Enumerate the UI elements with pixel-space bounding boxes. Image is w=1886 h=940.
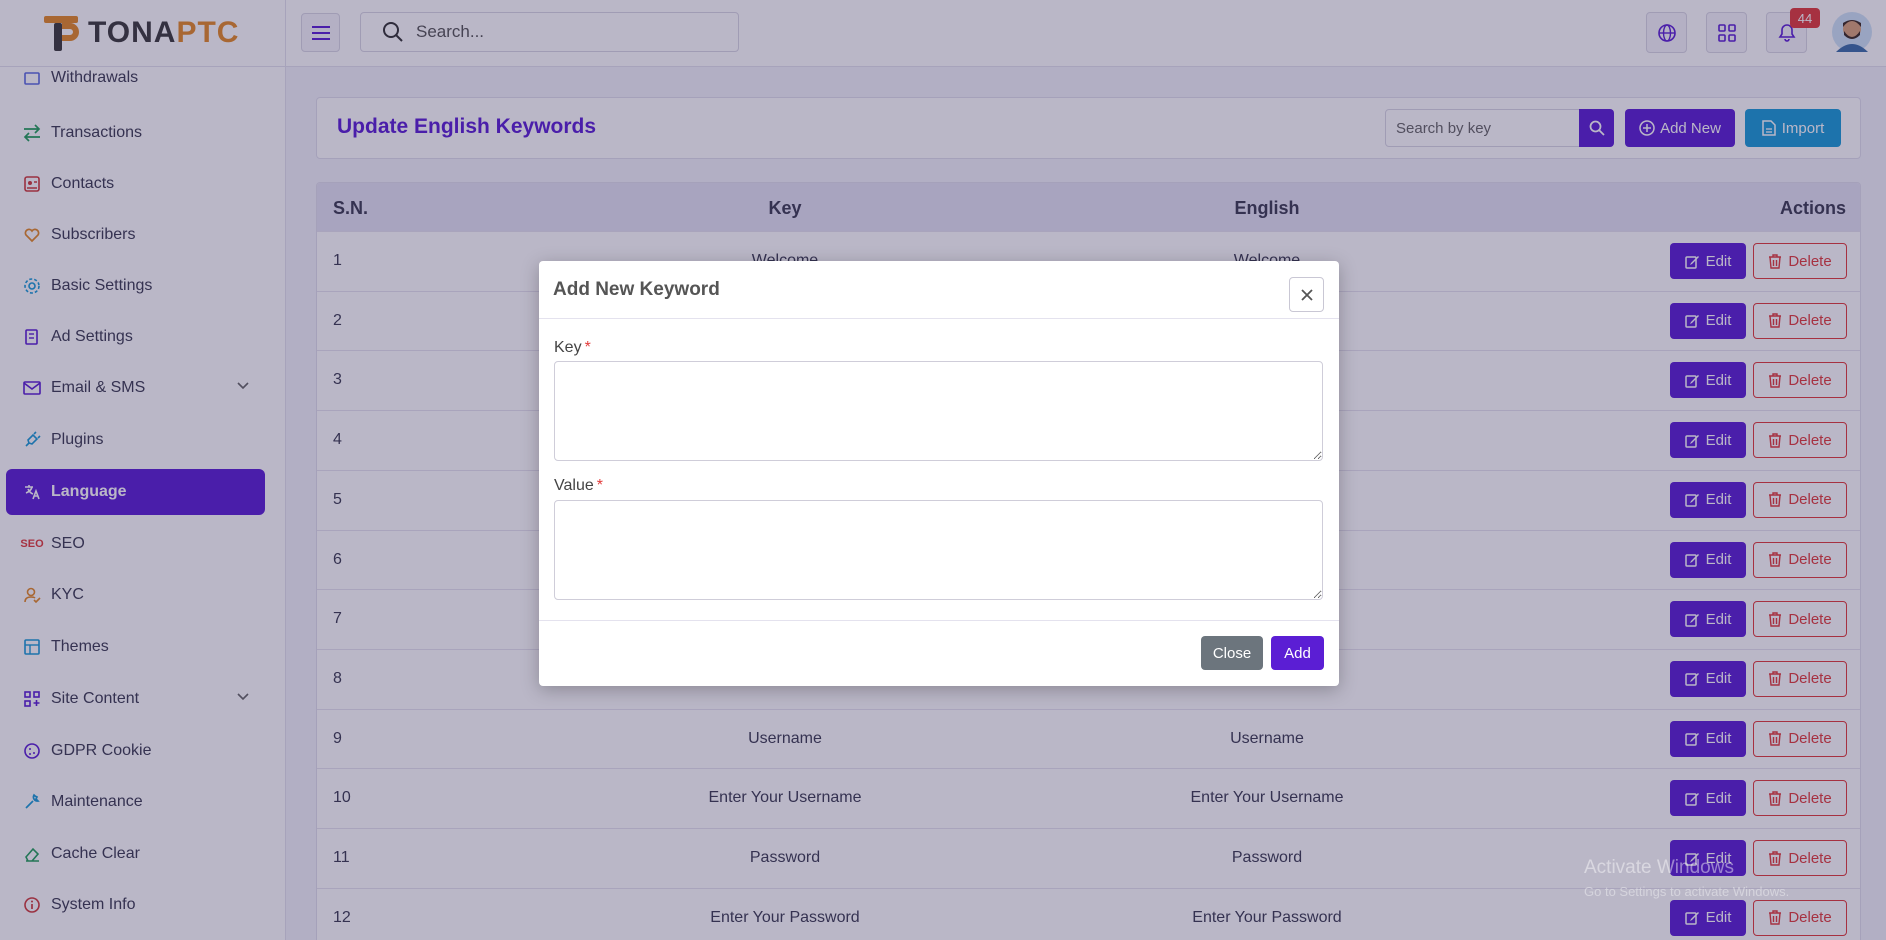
close-icon	[1300, 288, 1313, 301]
required-mark: *	[584, 339, 591, 356]
modal-header: Add New Keyword	[539, 261, 1339, 319]
value-label-text: Value	[554, 477, 594, 494]
value-field-label: Value *	[554, 477, 603, 495]
modal-close-button[interactable]	[1289, 277, 1324, 312]
key-textarea[interactable]	[554, 361, 1323, 461]
windows-watermark-subtitle: Go to Settings to activate Windows.	[1584, 884, 1790, 899]
close-button[interactable]: Close	[1201, 636, 1263, 670]
required-mark: *	[596, 477, 603, 494]
key-field-label: Key *	[554, 339, 591, 357]
windows-watermark-title: Activate Windows	[1584, 857, 1734, 878]
add-button[interactable]: Add	[1271, 636, 1324, 670]
modal-footer: Close Add	[539, 620, 1339, 686]
key-label-text: Key	[554, 339, 582, 356]
add-keyword-modal: Add New Keyword Key * Value * Close Add	[539, 261, 1339, 686]
value-textarea[interactable]	[554, 500, 1323, 600]
modal-title: Add New Keyword	[553, 279, 720, 300]
